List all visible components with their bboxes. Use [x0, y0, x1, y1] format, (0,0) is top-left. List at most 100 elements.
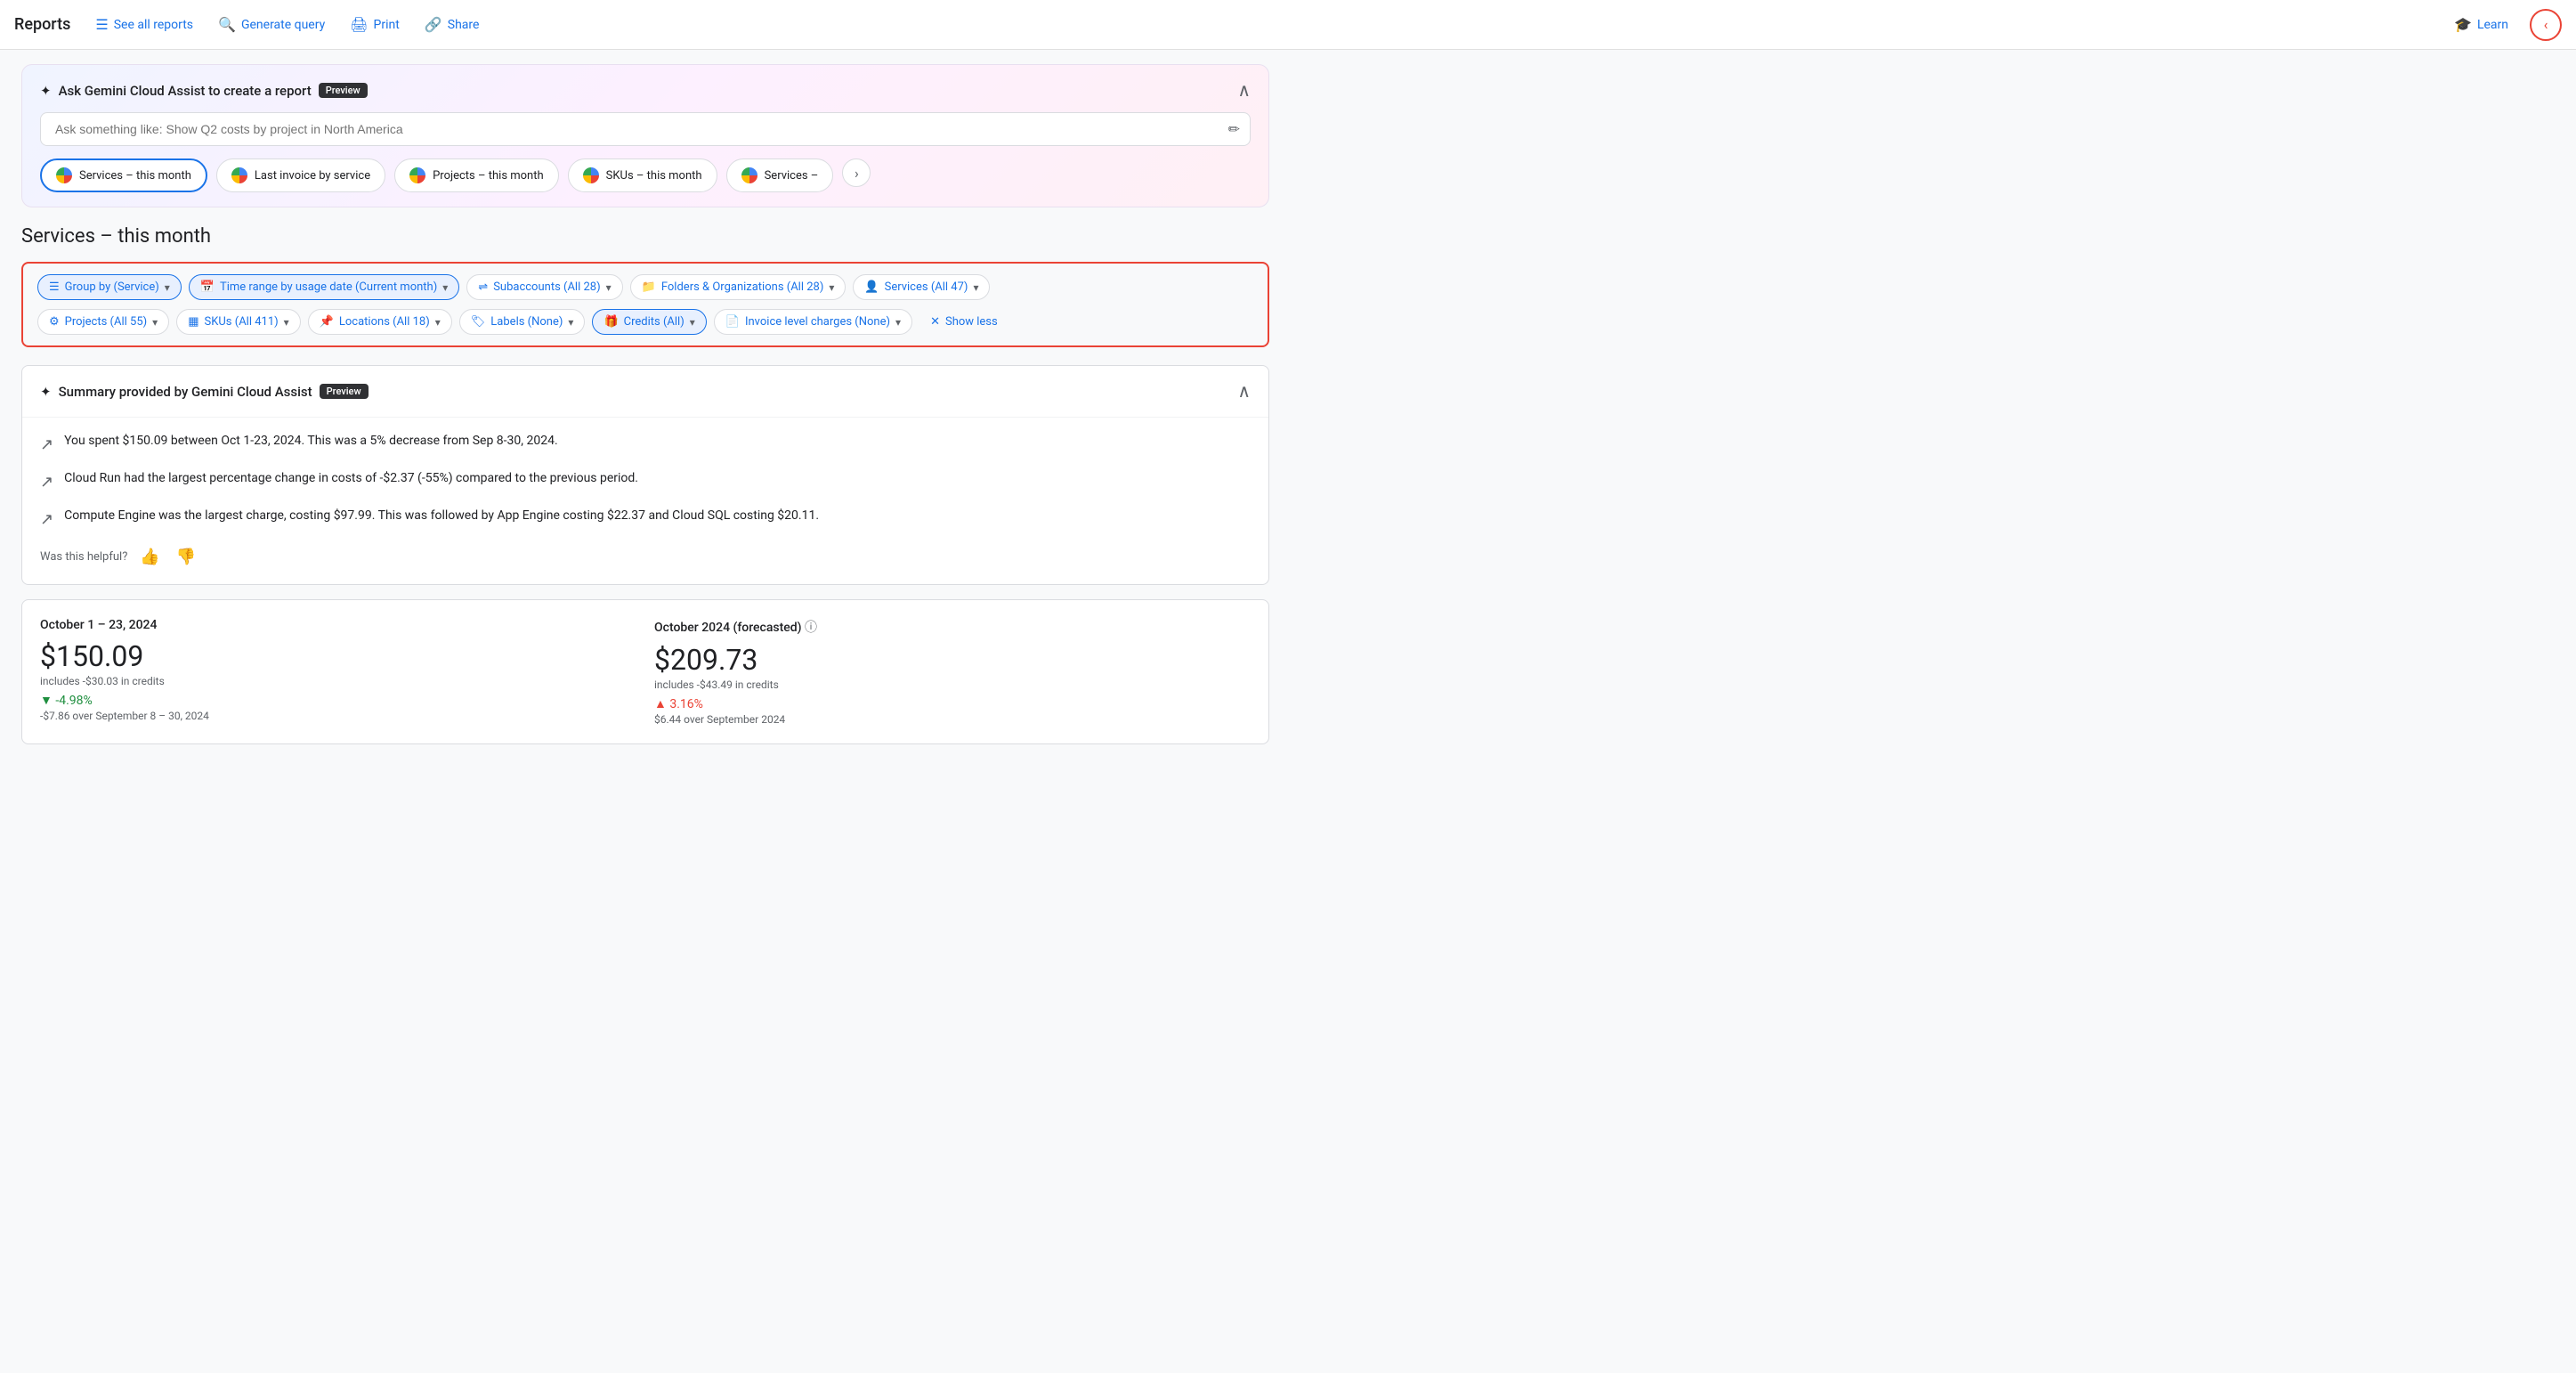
cost-period-1: October 1 – 23, 2024	[40, 618, 636, 632]
suggestion-chip-4[interactable]: Services –	[726, 158, 834, 192]
filter-subaccounts[interactable]: ⇌ Subaccounts (All 28) ▾	[466, 274, 622, 300]
cost-credits-1: includes -$30.03 in credits	[40, 675, 636, 687]
cost-credits-2: includes -$43.49 in credits	[654, 678, 1251, 691]
filters-row-1: ☰ Group by (Service) ▾ 📅 Time range by u…	[37, 274, 1253, 300]
cost-period-2: October 2024 (forecasted) ⓘ	[654, 618, 1251, 636]
chevron-down-icon: ▾	[973, 281, 978, 294]
nav-right: 🎓 Learn ‹	[2440, 9, 2562, 41]
calendar-icon: 📅	[200, 280, 215, 294]
label-icon: 🏷	[471, 315, 486, 329]
summary-title: ✦ Summary provided by Gemini Cloud Assis…	[40, 384, 369, 400]
filter-time-range[interactable]: 📅 Time range by usage date (Current mont…	[189, 274, 459, 300]
google-logo-icon	[409, 167, 425, 183]
search-icon: 🔍	[218, 16, 236, 33]
chevron-down-icon: ▾	[690, 316, 695, 329]
suggestions-row: Services – this month Last invoice by se…	[40, 158, 1251, 192]
thumbs-down-button[interactable]: 👎	[173, 544, 199, 570]
suggestion-chip-3[interactable]: SKUs – this month	[568, 158, 717, 192]
chevron-down-icon: ▾	[829, 281, 834, 294]
filter-projects[interactable]: ⚙ Projects (All 55) ▾	[37, 309, 169, 335]
page-title: Services – this month	[21, 225, 1269, 248]
summary-header: ✦ Summary provided by Gemini Cloud Assis…	[22, 366, 1268, 418]
chevron-down-icon: ▾	[165, 281, 170, 294]
google-logo-icon	[56, 167, 72, 183]
app-title: Reports	[14, 15, 70, 34]
summary-item-2: ↗ Compute Engine was the largest charge,…	[40, 507, 1251, 532]
suggestions-next-button[interactable]: ›	[842, 158, 871, 187]
table-icon: ☰	[49, 280, 60, 294]
gemini-bar: ✦ Ask Gemini Cloud Assist to create a re…	[21, 64, 1269, 207]
gemini-bar-header: ✦ Ask Gemini Cloud Assist to create a re…	[40, 79, 1251, 102]
filter-credits[interactable]: 🎁 Credits (All) ▾	[592, 309, 706, 335]
sparkle-icon: ✦	[40, 384, 52, 400]
cost-amount-2: $209.73	[654, 643, 1251, 677]
cost-change-1: ▼ -4.98%	[40, 693, 636, 708]
preview-badge: Preview	[320, 384, 369, 399]
trend-icon: ↗	[40, 508, 53, 532]
suggestion-chip-0[interactable]: Services – this month	[40, 158, 207, 192]
cost-change-2: ▲ 3.16%	[654, 696, 1251, 711]
summary-section: ✦ Summary provided by Gemini Cloud Assis…	[21, 365, 1269, 585]
suggestion-chip-2[interactable]: Projects – this month	[394, 158, 559, 192]
chevron-down-icon: ▾	[435, 316, 441, 329]
chevron-down-icon: ▾	[568, 316, 573, 329]
credits-icon: 🎁	[603, 315, 618, 329]
edit-icon: ✏	[1228, 121, 1240, 138]
preview-badge: Preview	[319, 83, 368, 98]
learn-icon: 🎓	[2454, 16, 2472, 33]
show-less-button[interactable]: ✕ Show less	[919, 310, 1009, 334]
summary-collapse-button[interactable]: ∧	[1237, 380, 1251, 402]
learn-link[interactable]: 🎓 Learn	[2440, 11, 2523, 38]
folder-icon: 📁	[642, 280, 656, 294]
person-icon: 👤	[864, 280, 879, 294]
filter-services[interactable]: 👤 Services (All 47) ▾	[853, 274, 990, 300]
filter-folders[interactable]: 📁 Folders & Organizations (All 28) ▾	[630, 274, 847, 300]
collapse-icon: ✕	[930, 315, 940, 329]
chevron-down-icon: ▾	[606, 281, 612, 294]
cost-change-detail-2: $6.44 over September 2024	[654, 713, 1251, 726]
gemini-input-wrapper: ✏	[40, 112, 1251, 146]
generate-query-link[interactable]: 🔍 Generate query	[207, 11, 336, 38]
filter-labels[interactable]: 🏷 Labels (None) ▾	[459, 309, 586, 335]
info-icon[interactable]: ⓘ	[805, 621, 817, 635]
cost-grid: October 1 – 23, 2024 $150.09 includes -$…	[40, 618, 1251, 726]
suggestion-chip-1[interactable]: Last invoice by service	[216, 158, 385, 192]
chevron-down-icon: ▾	[152, 316, 158, 329]
see-all-reports-link[interactable]: ☰ See all reports	[85, 11, 204, 38]
location-icon: 📌	[320, 315, 334, 329]
summary-item-0: ↗ You spent $150.09 between Oct 1-23, 20…	[40, 432, 1251, 457]
google-logo-icon	[231, 167, 247, 183]
filter-skus[interactable]: ▦ SKUs (All 411) ▾	[176, 309, 301, 335]
print-link[interactable]: 🖨 Print	[339, 11, 410, 38]
list-icon: ☰	[95, 16, 108, 33]
cost-amount-1: $150.09	[40, 639, 636, 673]
nav-links: ☰ See all reports 🔍 Generate query 🖨 Pri…	[85, 11, 2433, 38]
skus-icon: ▦	[188, 315, 198, 329]
share-link[interactable]: 🔗 Share	[414, 11, 490, 38]
filters-row-2: ⚙ Projects (All 55) ▾ ▦ SKUs (All 411) ▾…	[37, 309, 1253, 335]
cost-block-forecast: October 2024 (forecasted) ⓘ $209.73 incl…	[654, 618, 1251, 726]
filter-invoice-charges[interactable]: 📄 Invoice level charges (None) ▾	[714, 309, 912, 335]
summary-item-1: ↗ Cloud Run had the largest percentage c…	[40, 469, 1251, 494]
gemini-search-input[interactable]	[40, 112, 1251, 146]
sparkle-icon: ✦	[40, 83, 52, 99]
cost-section: October 1 – 23, 2024 $150.09 includes -$…	[21, 599, 1269, 744]
google-logo-icon	[583, 167, 599, 183]
summary-body: ↗ You spent $150.09 between Oct 1-23, 20…	[22, 418, 1268, 584]
thumbs-up-button[interactable]: 👍	[136, 544, 163, 570]
top-nav: Reports ☰ See all reports 🔍 Generate que…	[0, 0, 2576, 50]
cost-change-detail-1: -$7.86 over September 8 – 30, 2024	[40, 710, 636, 722]
chevron-down-icon: ▾	[895, 316, 901, 329]
invoice-icon: 📄	[725, 315, 740, 329]
sidebar-toggle-button[interactable]: ‹	[2530, 9, 2562, 41]
subaccounts-icon: ⇌	[478, 280, 488, 294]
chevron-down-icon: ▾	[442, 281, 448, 294]
trend-icon: ↗	[40, 433, 53, 457]
filter-locations[interactable]: 📌 Locations (All 18) ▾	[308, 309, 452, 335]
helpful-row: Was this helpful? 👍 👎	[40, 544, 1251, 570]
collapse-button[interactable]: ∧	[1237, 79, 1251, 102]
filters-section: ☰ Group by (Service) ▾ 📅 Time range by u…	[21, 262, 1269, 347]
filter-group-by[interactable]: ☰ Group by (Service) ▾	[37, 274, 182, 300]
cost-block-actual: October 1 – 23, 2024 $150.09 includes -$…	[40, 618, 636, 726]
main-content: ✦ Ask Gemini Cloud Assist to create a re…	[0, 64, 1291, 766]
